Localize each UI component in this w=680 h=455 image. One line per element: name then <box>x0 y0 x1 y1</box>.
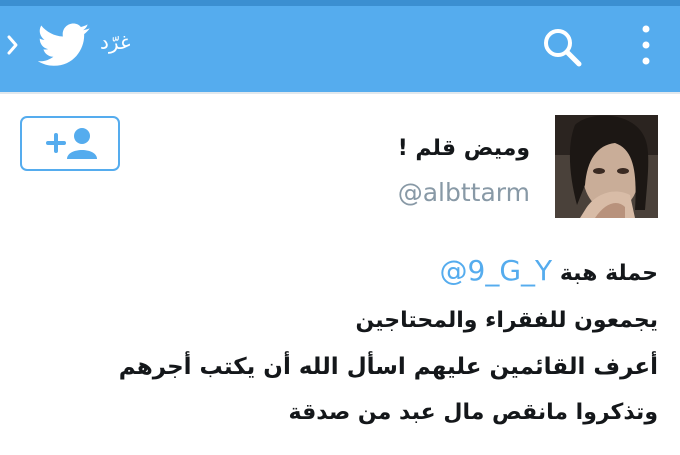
display-name[interactable]: وميض قلم ! <box>398 136 530 161</box>
top-app-bar: غرّد <box>0 0 680 92</box>
mention-link[interactable]: @9_G_Y <box>440 254 553 287</box>
tweet-line-1: حملة هبة @9_G_Y <box>440 254 658 287</box>
chevron-right-icon[interactable] <box>5 32 21 58</box>
tweet-line-2: يجمعون للفقراء والمحتاجين <box>355 308 658 333</box>
twitter-bird-icon[interactable] <box>38 22 90 68</box>
add-user-icon <box>46 128 97 159</box>
tweet-text-prefix: حملة هبة <box>559 261 658 286</box>
follow-button[interactable] <box>20 116 120 171</box>
avatar[interactable] <box>555 115 658 218</box>
header-divider <box>0 92 680 94</box>
more-vertical-icon[interactable] <box>634 23 658 69</box>
tweet-line-4: وتذكروا مانقص مال عبد من صدقة <box>288 400 658 425</box>
user-handle[interactable]: @albttarm <box>398 178 530 207</box>
status-strip <box>0 0 680 6</box>
search-icon[interactable] <box>540 25 584 69</box>
compose-tweet-button[interactable]: غرّد <box>100 30 130 54</box>
tweet-line-3: أعرف القائمين عليهم اسأل الله أن يكتب أج… <box>118 354 658 380</box>
